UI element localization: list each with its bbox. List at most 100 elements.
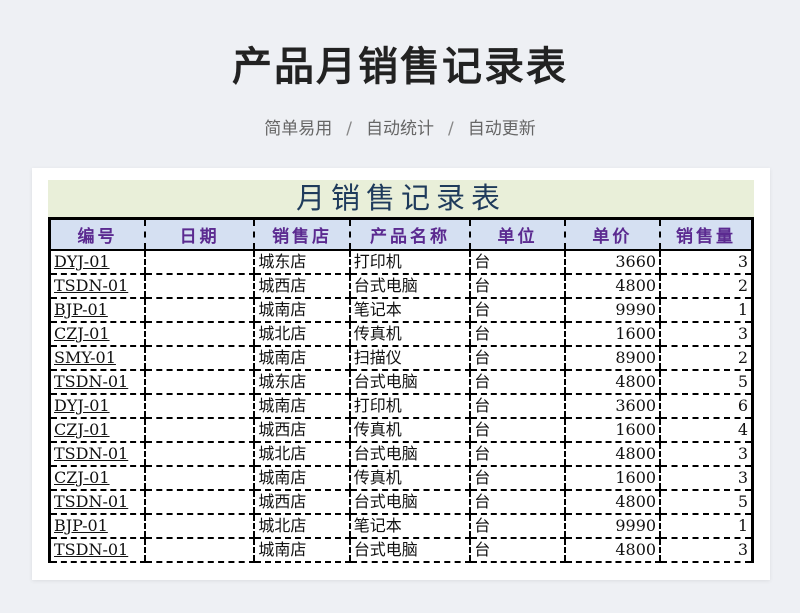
cell-date[interactable]	[143, 346, 255, 371]
cell-quantity[interactable]: 2	[659, 274, 753, 299]
cell-product[interactable]: 笔记本	[348, 514, 471, 539]
cell-date[interactable]	[143, 322, 255, 347]
cell-price[interactable]: 9990	[563, 514, 661, 539]
cell-quantity[interactable]: 2	[659, 346, 753, 371]
cell-product[interactable]: 台式电脑	[348, 538, 471, 563]
cell-unit[interactable]: 台	[469, 418, 565, 443]
cell-price[interactable]: 4800	[563, 370, 661, 395]
cell-date[interactable]	[143, 418, 255, 443]
cell-unit[interactable]: 台	[469, 250, 565, 275]
cell-quantity[interactable]: 4	[659, 418, 753, 443]
cell-date[interactable]	[143, 394, 255, 419]
cell-quantity[interactable]: 3	[659, 466, 753, 491]
table-row: TSDN-01 城西店 台式电脑台 4800 2	[49, 274, 753, 299]
cell-unit[interactable]: 台	[469, 442, 565, 467]
cell-price[interactable]: 4800	[563, 538, 661, 563]
cell-date[interactable]	[143, 466, 255, 491]
cell-store[interactable]: 城南店	[253, 466, 350, 491]
cell-price[interactable]: 3600	[563, 394, 661, 419]
cell-quantity[interactable]: 6	[659, 394, 753, 419]
cell-unit[interactable]: 台	[469, 466, 565, 491]
cell-code[interactable]: DYJ-01	[49, 394, 145, 419]
cell-code[interactable]: BJP-01	[49, 298, 145, 323]
cell-code[interactable]: TSDN-01	[49, 274, 145, 299]
cell-product[interactable]: 打印机	[348, 394, 471, 419]
feature-tags: 简单易用 / 自动统计 / 自动更新	[0, 114, 800, 139]
cell-code[interactable]: BJP-01	[49, 514, 145, 539]
cell-date[interactable]	[143, 298, 255, 323]
cell-quantity[interactable]: 5	[659, 490, 753, 515]
cell-unit[interactable]: 台	[469, 514, 565, 539]
cell-date[interactable]	[143, 490, 255, 515]
cell-store[interactable]: 城东店	[253, 370, 350, 395]
cell-product[interactable]: 台式电脑	[348, 442, 471, 467]
column-header-price[interactable]: 单价	[563, 218, 661, 251]
cell-product[interactable]: 台式电脑	[348, 490, 471, 515]
cell-product[interactable]: 传真机	[348, 418, 471, 443]
cell-unit[interactable]: 台	[469, 394, 565, 419]
cell-product[interactable]: 台式电脑	[348, 274, 471, 299]
column-header-unit[interactable]: 单位	[469, 218, 565, 251]
cell-store[interactable]: 城北店	[253, 442, 350, 467]
cell-product[interactable]: 台式电脑	[348, 370, 471, 395]
cell-store[interactable]: 城南店	[253, 346, 350, 371]
cell-unit[interactable]: 台	[469, 370, 565, 395]
cell-store[interactable]: 城北店	[253, 322, 350, 347]
cell-product[interactable]: 扫描仪	[348, 346, 471, 371]
cell-store[interactable]: 城南店	[253, 394, 350, 419]
cell-store[interactable]: 城东店	[253, 250, 350, 275]
cell-unit[interactable]: 台	[469, 298, 565, 323]
cell-product[interactable]: 打印机	[348, 250, 471, 275]
cell-product[interactable]: 传真机	[348, 322, 471, 347]
cell-code[interactable]: TSDN-01	[49, 370, 145, 395]
cell-store[interactable]: 城南店	[253, 538, 350, 563]
cell-price[interactable]: 1600	[563, 322, 661, 347]
cell-unit[interactable]: 台	[469, 538, 565, 563]
cell-store[interactable]: 城南店	[253, 298, 350, 323]
cell-quantity[interactable]: 3	[659, 442, 753, 467]
cell-code[interactable]: CZJ-01	[49, 418, 145, 443]
cell-store[interactable]: 城北店	[253, 514, 350, 539]
column-header-product[interactable]: 产品名称	[348, 218, 471, 251]
cell-unit[interactable]: 台	[469, 346, 565, 371]
cell-code[interactable]: CZJ-01	[49, 466, 145, 491]
cell-date[interactable]	[143, 442, 255, 467]
cell-price[interactable]: 9990	[563, 298, 661, 323]
cell-date[interactable]	[143, 274, 255, 299]
cell-price[interactable]: 1600	[563, 418, 661, 443]
cell-code[interactable]: DYJ-01	[49, 250, 145, 275]
cell-code[interactable]: TSDN-01	[49, 538, 145, 563]
cell-product[interactable]: 传真机	[348, 466, 471, 491]
column-header-code[interactable]: 编号	[49, 218, 145, 251]
cell-unit[interactable]: 台	[469, 490, 565, 515]
cell-price[interactable]: 1600	[563, 466, 661, 491]
cell-price[interactable]: 3660	[563, 250, 661, 275]
column-header-store[interactable]: 销售店	[253, 218, 350, 251]
cell-product[interactable]: 笔记本	[348, 298, 471, 323]
cell-quantity[interactable]: 3	[659, 538, 753, 563]
cell-date[interactable]	[143, 370, 255, 395]
cell-quantity[interactable]: 1	[659, 514, 753, 539]
column-header-date[interactable]: 日期	[143, 218, 255, 251]
cell-price[interactable]: 4800	[563, 490, 661, 515]
cell-price[interactable]: 4800	[563, 442, 661, 467]
cell-date[interactable]	[143, 250, 255, 275]
cell-code[interactable]: TSDN-01	[49, 490, 145, 515]
cell-quantity[interactable]: 3	[659, 250, 753, 275]
column-header-quantity[interactable]: 销售量	[659, 218, 753, 251]
cell-store[interactable]: 城西店	[253, 490, 350, 515]
cell-code[interactable]: TSDN-01	[49, 442, 145, 467]
cell-price[interactable]: 4800	[563, 274, 661, 299]
cell-unit[interactable]: 台	[469, 322, 565, 347]
cell-store[interactable]: 城西店	[253, 274, 350, 299]
cell-quantity[interactable]: 5	[659, 370, 753, 395]
cell-store[interactable]: 城西店	[253, 418, 350, 443]
cell-code[interactable]: SMY-01	[49, 346, 145, 371]
cell-date[interactable]	[143, 514, 255, 539]
cell-price[interactable]: 8900	[563, 346, 661, 371]
cell-quantity[interactable]: 3	[659, 322, 753, 347]
cell-quantity[interactable]: 1	[659, 298, 753, 323]
cell-unit[interactable]: 台	[469, 274, 565, 299]
cell-date[interactable]	[143, 538, 255, 563]
cell-code[interactable]: CZJ-01	[49, 322, 145, 347]
